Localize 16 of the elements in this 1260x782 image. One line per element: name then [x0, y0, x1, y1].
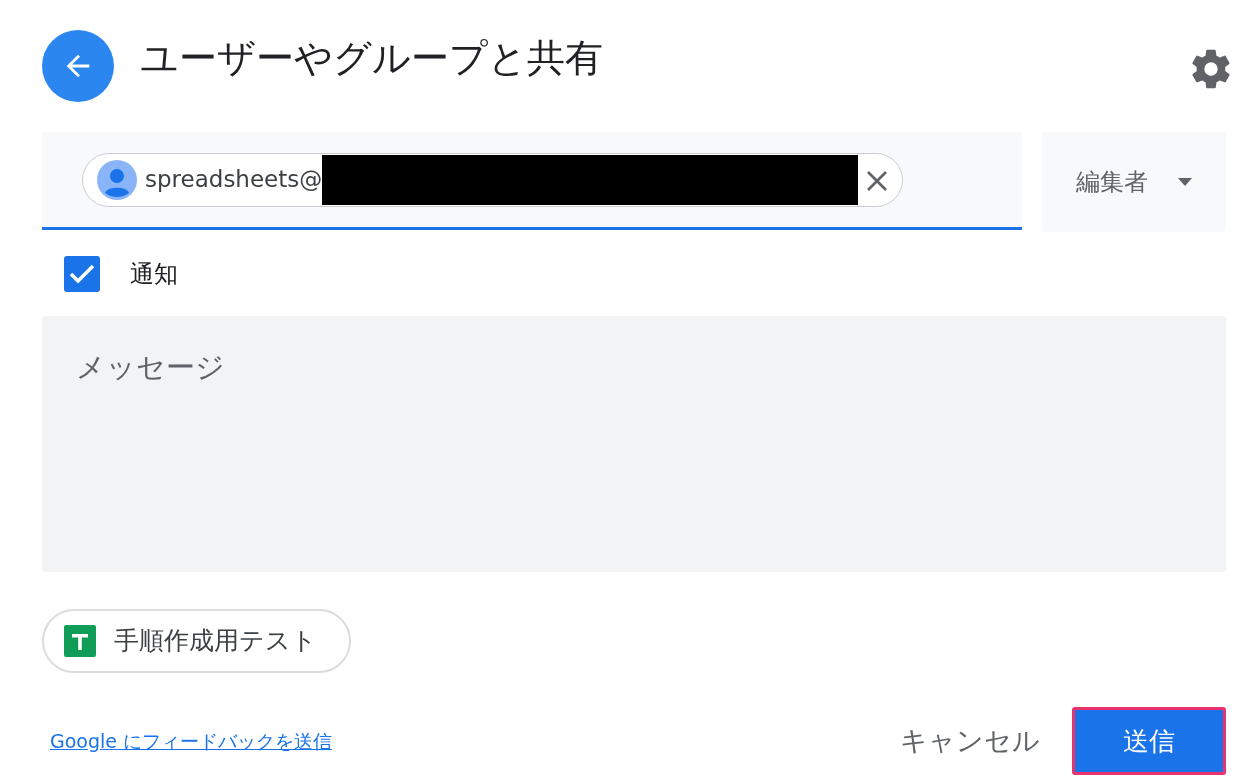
recipient-chip[interactable]: spreadsheets@ [82, 152, 904, 207]
notify-checkbox[interactable] [64, 256, 100, 292]
close-icon [866, 170, 889, 192]
role-dropdown[interactable]: 編集者 [1042, 132, 1226, 232]
send-button[interactable]: 送信 [1072, 707, 1226, 775]
message-field[interactable]: メッセージ [42, 316, 1226, 572]
recipient-email: spreadsheets@ [145, 165, 323, 195]
recipient-field[interactable]: spreadsheets@ [42, 132, 1022, 230]
notify-label: 通知 [130, 259, 178, 290]
caret-icon [1178, 178, 1192, 186]
spreadsheet-icon [64, 625, 96, 657]
avatar-icon [97, 159, 137, 200]
dialog-title: ユーザーやグループと共有 [140, 36, 603, 82]
cancel-button[interactable]: キャンセル [894, 719, 1046, 763]
feedback-link[interactable]: Google にフィードバックを送信 [50, 726, 333, 756]
attachment-chip[interactable]: 手順作成用テスト [42, 609, 351, 673]
